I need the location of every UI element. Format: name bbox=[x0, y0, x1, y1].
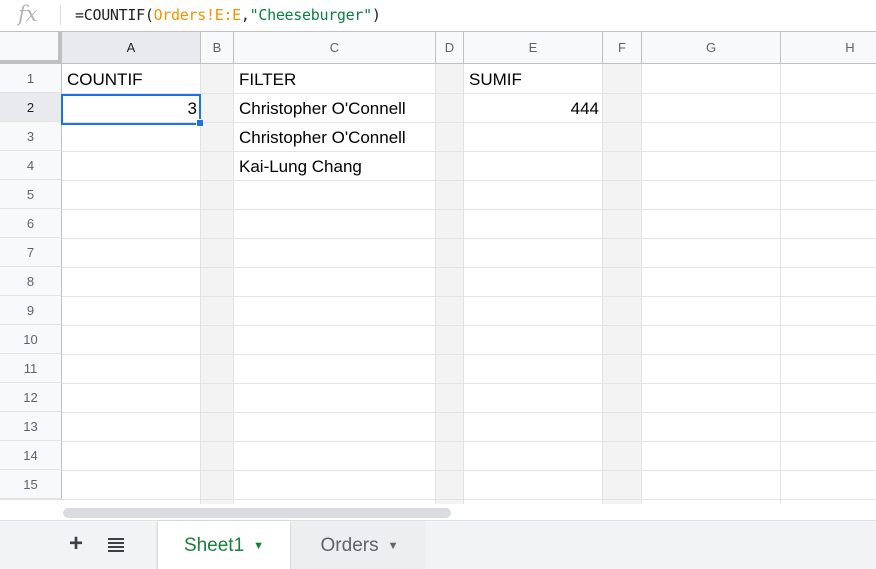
menu-list-icon[interactable] bbox=[106, 538, 126, 552]
row-header-5[interactable]: 5 bbox=[0, 180, 62, 209]
gridline bbox=[0, 238, 876, 239]
gridline bbox=[602, 64, 603, 504]
row-header-3[interactable]: 3 bbox=[0, 122, 62, 151]
column-f-shade bbox=[603, 64, 642, 504]
fill-handle[interactable] bbox=[196, 119, 204, 127]
active-cell-border bbox=[61, 94, 201, 125]
column-header-g[interactable]: G bbox=[642, 32, 781, 64]
row-header-6[interactable]: 6 bbox=[0, 209, 62, 238]
column-header-c[interactable]: C bbox=[234, 32, 436, 64]
row-header-7[interactable]: 7 bbox=[0, 238, 62, 267]
column-header-a[interactable]: A bbox=[62, 32, 201, 64]
row-header-13[interactable]: 13 bbox=[0, 412, 62, 441]
tab-label: Orders bbox=[320, 535, 379, 556]
row-header-2[interactable]: 2 bbox=[0, 93, 62, 122]
formula-input[interactable]: =COUNTIF(Orders!E:E,"Cheeseburger") bbox=[75, 6, 381, 24]
gridline bbox=[641, 64, 642, 504]
gridline bbox=[0, 441, 876, 442]
formula-range-ref: Orders!E:E bbox=[153, 6, 242, 24]
column-header-f[interactable]: F bbox=[603, 32, 642, 64]
spreadsheet-grid[interactable]: A B C D E F G H 1 2 3 4 5 6 7 8 9 10 11 … bbox=[0, 32, 876, 504]
column-header-b[interactable]: B bbox=[201, 32, 234, 64]
formula-bar-divider bbox=[60, 5, 61, 25]
row-header-15[interactable]: 15 bbox=[0, 470, 62, 499]
gridline bbox=[0, 267, 876, 268]
horizontal-scrollbar[interactable] bbox=[0, 504, 876, 520]
sheet-tab-bar: + Sheet1 ▼ Orders ▼ bbox=[0, 520, 876, 569]
cell-a1[interactable]: COUNTIF bbox=[67, 65, 143, 94]
formula-bar: fx =COUNTIF(Orders!E:E,"Cheeseburger") bbox=[0, 0, 876, 32]
gridline bbox=[0, 180, 876, 181]
gridline bbox=[0, 325, 876, 326]
gridline bbox=[435, 64, 436, 504]
tab-orders[interactable]: Orders ▼ bbox=[293, 521, 426, 569]
cell-e1[interactable]: SUMIF bbox=[469, 65, 522, 94]
row-header-4[interactable]: 4 bbox=[0, 151, 62, 180]
select-all-corner[interactable] bbox=[0, 32, 62, 64]
formula-separator: , bbox=[240, 6, 250, 24]
row-header-11[interactable]: 11 bbox=[0, 354, 62, 383]
column-b-shade bbox=[201, 64, 234, 504]
gridline bbox=[200, 64, 201, 504]
caret-down-icon[interactable]: ▼ bbox=[253, 540, 264, 552]
gridline bbox=[0, 151, 876, 152]
row-header-14[interactable]: 14 bbox=[0, 441, 62, 470]
gridline bbox=[0, 470, 876, 471]
row-header-9[interactable]: 9 bbox=[0, 296, 62, 325]
tab-sheet1[interactable]: Sheet1 ▼ bbox=[158, 521, 290, 569]
gridline bbox=[0, 499, 876, 500]
gridline bbox=[0, 383, 876, 384]
fx-icon: fx bbox=[18, 2, 38, 26]
plus-icon[interactable]: + bbox=[64, 531, 88, 557]
gridline bbox=[233, 64, 234, 504]
cell-c3[interactable]: Christopher O'Connell bbox=[239, 123, 406, 152]
row-header-10[interactable]: 10 bbox=[0, 325, 62, 354]
column-header-h[interactable]: H bbox=[781, 32, 876, 64]
column-d-shade bbox=[436, 64, 464, 504]
row-header-12[interactable]: 12 bbox=[0, 383, 62, 412]
cell-c2[interactable]: Christopher O'Connell bbox=[239, 94, 406, 123]
row-header-8[interactable]: 8 bbox=[0, 267, 62, 296]
formula-string-literal: "Cheeseburger" bbox=[249, 6, 373, 24]
column-header-d[interactable]: D bbox=[436, 32, 464, 64]
formula-prefix: =COUNTIF( bbox=[75, 6, 154, 24]
gridline bbox=[463, 64, 464, 504]
row-header-1[interactable]: 1 bbox=[0, 64, 62, 93]
gridline bbox=[0, 296, 876, 297]
gridline bbox=[0, 354, 876, 355]
gridline bbox=[780, 64, 781, 504]
tab-label: Sheet1 bbox=[183, 535, 245, 556]
column-header-e[interactable]: E bbox=[464, 32, 603, 64]
cell-e2[interactable]: 444 bbox=[466, 94, 599, 123]
formula-suffix: ) bbox=[371, 6, 381, 24]
caret-down-icon[interactable]: ▼ bbox=[388, 540, 399, 552]
cell-c1[interactable]: FILTER bbox=[239, 65, 296, 94]
scrollbar-thumb[interactable] bbox=[63, 508, 451, 518]
gridline bbox=[0, 209, 876, 210]
cell-c4[interactable]: Kai-Lung Chang bbox=[239, 152, 362, 181]
gridline bbox=[0, 412, 876, 413]
